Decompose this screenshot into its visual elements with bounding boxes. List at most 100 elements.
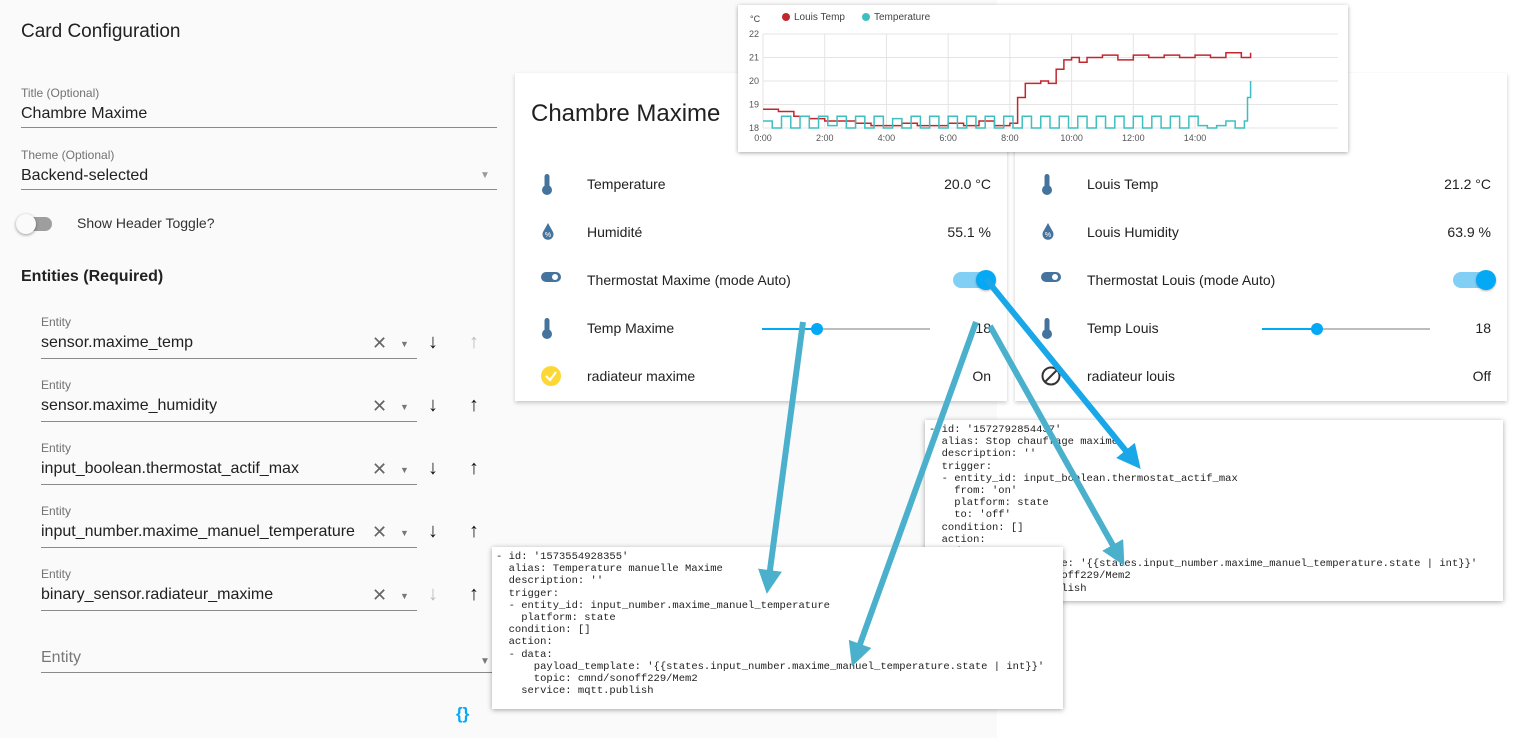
yaml-line: payload_template: '{{states.input_number… [496,660,1045,673]
yaml-line: - entity_id: input_number.maxime_manuel_… [496,599,830,612]
yaml-line: trigger: [496,587,560,600]
move-down-button[interactable]: ↓ [428,583,438,606]
entity-state: 18 [1475,320,1491,336]
x-tick-label: 2:00 [816,133,834,143]
clear-icon[interactable]: ✕ [372,522,387,543]
entity-name: Temp Maxime [587,320,675,336]
y-tick-label: 21 [749,53,759,63]
move-down-button[interactable]: ↓ [428,331,438,354]
chevron-down-icon[interactable]: ▼ [400,528,409,538]
entity-name: radiateur louis [1087,368,1175,384]
entity-state: 18 [975,320,991,336]
entity-state: Off [1472,368,1491,384]
thermometer-icon [541,174,553,201]
title-field[interactable]: Chambre Maxime [21,105,497,127]
yaml-line: from: 'on' [929,485,1018,498]
yaml-line: platform: state [929,497,1049,510]
chevron-down-icon[interactable]: ▼ [480,170,490,181]
entity-picker-input[interactable]: sensor.maxime_humidity [41,397,361,415]
entity-label: Entity [41,504,72,518]
thermometer-icon [541,318,553,345]
clear-icon[interactable]: ✕ [372,396,387,417]
history-chart: 18 19 20 21 22 0:00 2:00 4:00 6:00 8:00 10:00 12:00… [749,12,1338,143]
x-tick-label: 0:00 [754,133,772,143]
entity-picker-input[interactable]: input_boolean.thermostat_actif_max [41,460,361,478]
yaml-line: topic: cmnd/sonoff229/Mem2 [496,673,698,686]
entity-picker-input[interactable]: input_number.maxime_manuel_temperature [41,523,361,541]
legend-label: Temperature [874,12,931,23]
chevron-down-icon[interactable]: ▼ [400,339,409,349]
svg-text:%: % [1045,232,1051,239]
yaml-line: - id: '1573554928355' [496,551,629,563]
yaml-line: - data: [496,648,553,661]
clear-icon[interactable]: ✕ [372,459,387,480]
entity-state: 21.2 °C [1444,176,1491,192]
yaml-line: action: [496,636,553,649]
y-axis-label: °C [750,14,761,24]
move-down-button[interactable]: ↓ [428,394,438,417]
chevron-down-icon[interactable]: ▼ [400,591,409,601]
yaml-line: to: 'off' [929,509,1011,522]
header-toggle-label: Show Header Toggle? [77,215,215,231]
yaml-line: alias: Stop chauffage maxime [929,436,1119,449]
move-up-button[interactable]: ↑ [469,331,479,354]
yaml-line: platform: state [496,612,616,625]
circle-outline-icon [1041,366,1061,391]
entity-name: Humidité [587,224,643,240]
theme-select[interactable]: Backend-selected [21,167,497,189]
yaml-line: condition: [] [929,521,1024,534]
move-down-button[interactable]: ↓ [428,457,438,480]
yaml-line: description: '' [929,448,1037,461]
x-tick-label: 4:00 [878,133,896,143]
y-tick-label: 19 [749,100,759,110]
legend-label: Louis Temp [794,12,845,23]
entity-toggle-switch[interactable] [953,270,996,290]
legend-marker [862,13,870,21]
x-tick-label: 12:00 [1122,133,1145,143]
clear-icon[interactable]: ✕ [372,333,387,354]
x-tick-label: 8:00 [1001,133,1019,143]
entity-picker-input[interactable]: sensor.maxime_temp [41,334,361,352]
entity-toggle-switch[interactable] [1453,270,1496,290]
temperature-slider[interactable] [1262,323,1430,335]
entity-name: Thermostat Louis (mode Auto) [1087,272,1276,288]
new-entity-input[interactable]: Entity [41,649,81,667]
theme-field-label: Theme (Optional) [21,148,115,162]
chevron-down-icon[interactable]: ▼ [400,465,409,475]
move-down-button[interactable]: ↓ [428,520,438,543]
entity-label: Entity [41,378,72,392]
x-tick-label: 10:00 [1060,133,1083,143]
move-up-button[interactable]: ↑ [469,520,479,543]
yaml-line: action: [929,533,986,546]
yaml-line: condition: [] [496,624,591,637]
card-title: Chambre Maxime [531,100,721,127]
entity-label: Entity [41,441,72,455]
title-field-label: Title (Optional) [21,86,100,100]
code-editor-toggle-button[interactable]: {} [456,704,469,724]
check-circle-icon [541,366,561,391]
chevron-down-icon[interactable]: ▼ [400,402,409,412]
thermometer-icon [1041,318,1053,345]
chevron-down-icon[interactable]: ▼ [480,656,490,667]
temperature-slider[interactable] [762,323,930,335]
entity-name: Temperature [587,176,666,192]
move-up-button[interactable]: ↑ [469,394,479,417]
entity-label: Entity [41,315,72,329]
entity-state: 55.1 % [947,224,991,240]
yaml-line: - entity_id: input_boolean.thermostat_ac… [929,472,1238,485]
clear-icon[interactable]: ✕ [372,585,387,606]
yaml-line: - id: '1572792854437' [929,424,1062,436]
svg-text:%: % [545,232,551,239]
entities-heading: Entities (Required) [21,268,164,285]
yaml-line: description: '' [496,575,604,588]
header-toggle-switch[interactable] [16,214,52,234]
yaml-line: trigger: [929,460,993,473]
yaml-line: service: mqtt.publish [496,685,654,698]
toggle-icon [1041,270,1061,288]
entity-picker-input[interactable]: binary_sensor.radiateur_maxime [41,586,361,604]
entity-name: Louis Humidity [1087,224,1179,240]
automation-yaml-temperature-manuelle: - id: '1573554928355' alias: Temperature… [492,547,1063,709]
move-up-button[interactable]: ↑ [469,457,479,480]
y-tick-label: 18 [749,123,759,133]
move-up-button[interactable]: ↑ [469,583,479,606]
